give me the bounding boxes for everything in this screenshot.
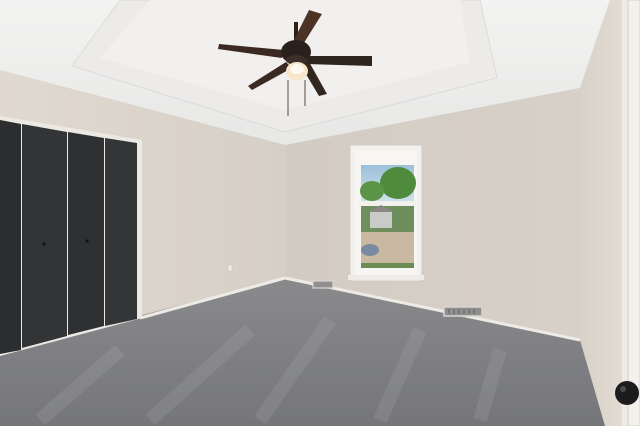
door-edge	[627, 0, 640, 426]
wall-outlet	[227, 264, 233, 272]
floor-vent-left	[312, 280, 334, 289]
closet-door-right-2[interactable]	[105, 138, 137, 326]
door-knob[interactable]	[615, 381, 639, 405]
window-sash-rail	[358, 201, 416, 206]
window-sill	[348, 275, 424, 280]
room-scene	[0, 0, 640, 426]
closet-door-left-1[interactable]	[0, 120, 21, 354]
window	[348, 144, 424, 282]
closet	[0, 116, 142, 356]
closet-knob-left[interactable]	[42, 242, 46, 246]
closet-door-right-1[interactable]	[68, 132, 104, 335]
floor-vent-right	[443, 306, 483, 317]
closet-door-left-2[interactable]	[22, 124, 67, 348]
closet-knob-right[interactable]	[85, 239, 89, 243]
